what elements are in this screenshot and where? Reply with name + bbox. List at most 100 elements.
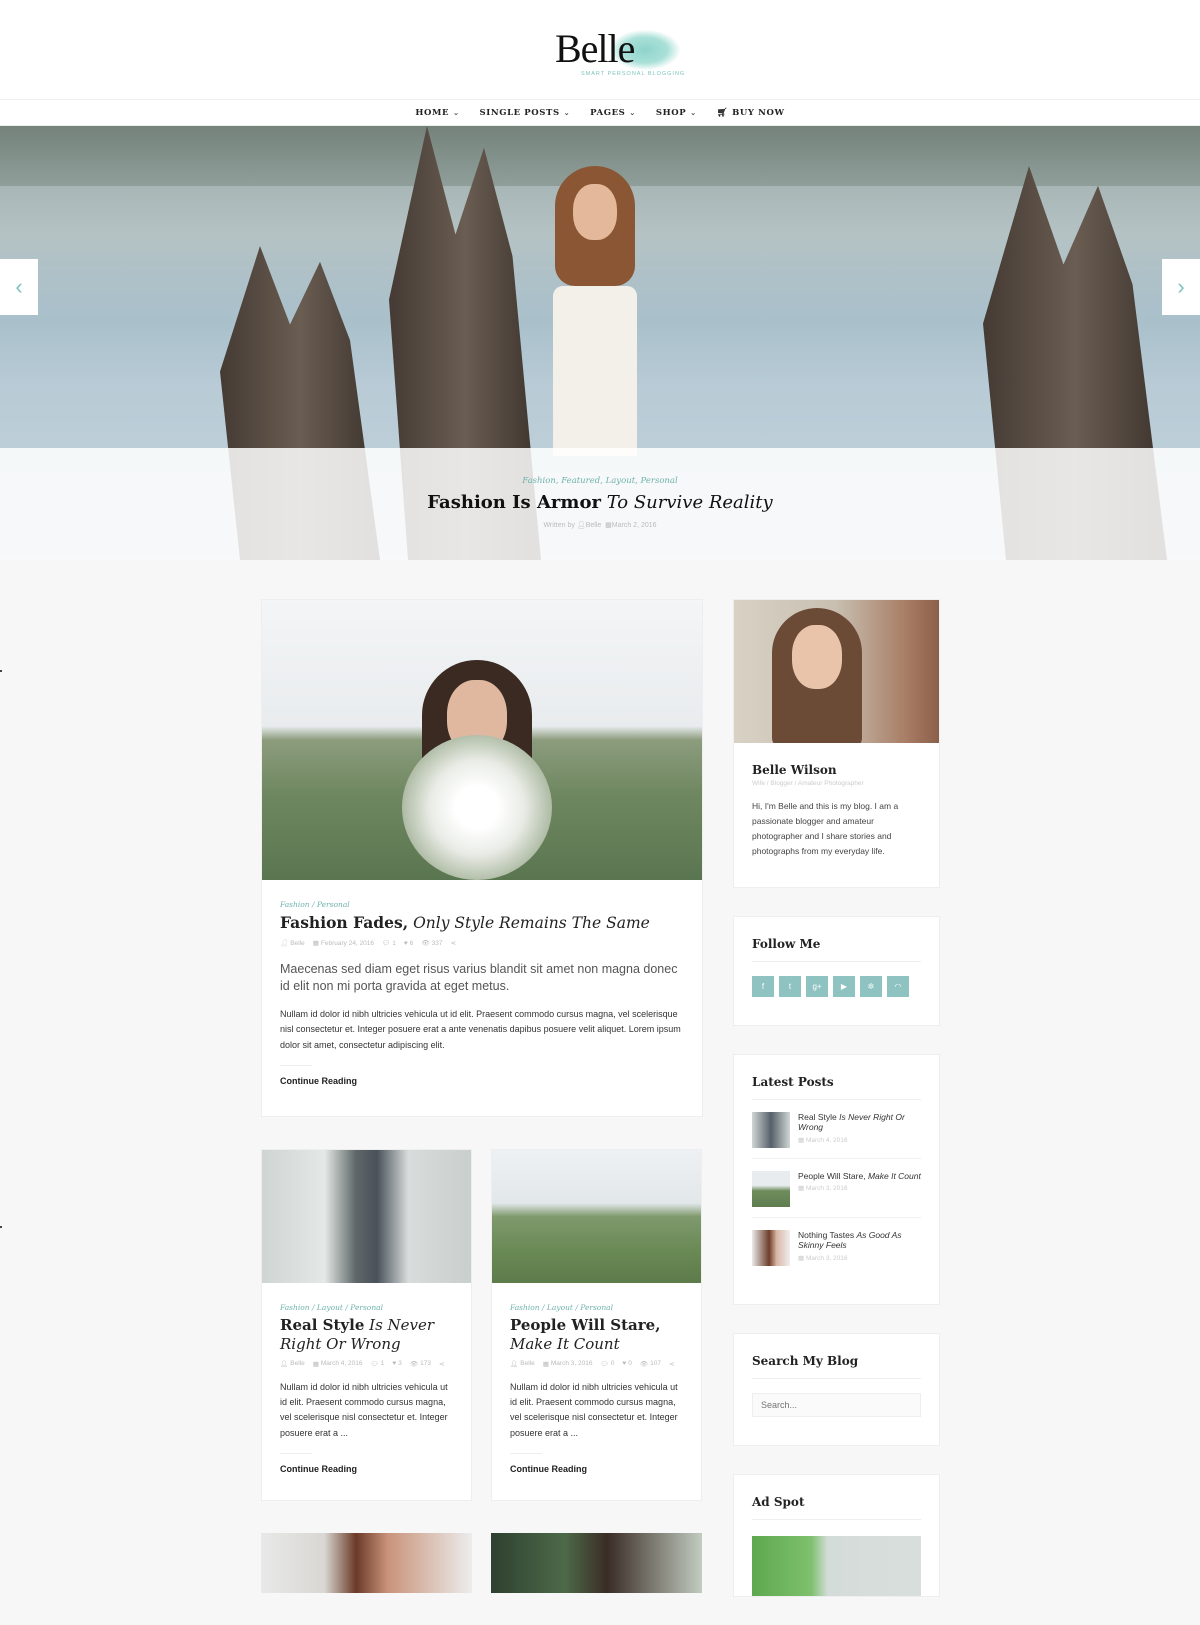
sidebar: Belle Wilson Wife / Blogger / Amateur Ph… <box>733 599 940 1625</box>
latest-post-date: ▦ March 4, 2016 <box>798 1136 848 1144</box>
follow-widget: Follow Me f t g+ ▶ ✲ ◠ <box>733 915 940 1026</box>
post-title-italic: Only Style Remains The Same <box>413 914 650 932</box>
main-nav: HOME ⌄ SINGLE POSTS ⌄ PAGES ⌄ SHOP ⌄ 🛒︎ BUY N… <box>0 100 1200 126</box>
latest-post-title[interactable]: Real Style Is Never Right Or Wrong <box>798 1112 921 1133</box>
post-title[interactable]: Real Style Is Never Right Or Wrong <box>280 1316 453 1354</box>
post-categories[interactable]: Fashion / Personal <box>280 900 684 909</box>
nav-home[interactable]: HOME ⌄ <box>415 108 459 118</box>
nav-shop[interactable]: SHOP ⌄ <box>656 108 697 118</box>
post-title-bold: People Will Stare, <box>510 1316 661 1335</box>
about-name: Belle Wilson <box>752 763 837 777</box>
facebook-icon[interactable]: f <box>752 975 774 997</box>
featured-post-image[interactable] <box>262 600 702 880</box>
latest-post-title[interactable]: Nothing Tastes As Good As Skinny Feels <box>798 1230 921 1251</box>
post-excerpt: Nullam id dolor id nibh ultricies vehicu… <box>510 1381 678 1438</box>
latest-post-item[interactable]: Real Style Is Never Right Or Wrong ▦ Mar… <box>752 1100 921 1159</box>
slider-prev-button[interactable]: ‹ <box>0 259 38 315</box>
about-subtitle: Wife / Blogger / Amateur Photographer <box>752 780 864 787</box>
continue-reading-link[interactable]: Continue Reading <box>280 1076 684 1086</box>
site-logo[interactable]: Belle SMART PERSONAL BLOGGING <box>555 25 685 85</box>
youtube-icon[interactable]: ▶ <box>833 975 855 997</box>
calendar-icon: ▦ <box>798 1136 805 1144</box>
post-image[interactable] <box>491 1533 702 1594</box>
flickr-icon[interactable]: ✲ <box>860 975 882 997</box>
latest-post-thumb[interactable] <box>752 1111 790 1148</box>
like-count[interactable]: 0 <box>628 1360 632 1367</box>
hero-image-person <box>525 166 665 456</box>
twitter-icon[interactable]: t <box>779 975 801 997</box>
post-categories[interactable]: Fashion / Layout / Personal <box>280 1303 453 1312</box>
calendar-icon: ▦ <box>542 1360 549 1368</box>
slider-next-button[interactable]: › <box>1162 259 1200 315</box>
nav-single-posts[interactable]: SINGLE POSTS ⌄ <box>480 108 571 118</box>
share-icon[interactable]: ⋖ <box>669 1360 674 1368</box>
post-image[interactable] <box>261 1533 472 1594</box>
post-categories[interactable]: Fashion / Layout / Personal <box>510 1303 683 1312</box>
nav-label: SINGLE POSTS <box>479 107 560 118</box>
chevron-down-icon: ⌄ <box>690 108 697 117</box>
comment-count[interactable]: 0 <box>611 1360 615 1367</box>
calendar-icon: ▦ <box>605 522 612 529</box>
social-icons: f t g+ ▶ ✲ ◠ <box>752 975 921 997</box>
eye-icon: 👁︎ <box>421 940 430 948</box>
ad-widget: Ad Spot <box>733 1473 940 1597</box>
edge-marker <box>0 670 2 672</box>
post-title[interactable]: Fashion Fades, Only Style Remains The Sa… <box>280 913 684 933</box>
eye-icon: 👁︎ <box>409 1360 419 1368</box>
latest-post-thumb[interactable] <box>752 1229 790 1266</box>
calendar-icon: ▦ <box>312 940 319 948</box>
comment-count[interactable]: 1 <box>381 1360 385 1367</box>
post-title[interactable]: People Will Stare, Make It Count <box>510 1316 683 1354</box>
post-author[interactable]: Belle <box>290 940 304 947</box>
widget-title: Search My Blog <box>752 1354 921 1379</box>
hero-date: March 2, 2016 <box>611 522 657 529</box>
like-count[interactable]: 6 <box>410 940 414 947</box>
latest-post-title[interactable]: People Will Stare, Make It Count <box>798 1171 921 1182</box>
calendar-icon: ▦ <box>798 1185 805 1193</box>
hero-author[interactable]: Belle <box>586 522 602 529</box>
like-count[interactable]: 3 <box>398 1360 402 1367</box>
latest-post-item[interactable]: People Will Stare, Make It Count ▦ March… <box>752 1159 921 1218</box>
user-icon: 👤︎ <box>510 1360 519 1368</box>
comment-count[interactable]: 1 <box>392 940 396 947</box>
comment-icon: 💬︎ <box>600 1360 609 1368</box>
hero-slider: ‹ › Fashion, Featured, Layout, Personal … <box>0 126 1200 560</box>
post-image[interactable] <box>492 1150 701 1284</box>
latest-post-date: ▦ March 3, 2016 <box>798 1254 848 1262</box>
nav-pages[interactable]: PAGES ⌄ <box>590 108 636 118</box>
heart-icon: ♥ <box>622 1360 627 1368</box>
divider <box>280 1453 312 1455</box>
hero-categories[interactable]: Fashion, Featured, Layout, Personal <box>0 476 1200 486</box>
calendar-icon: ▦ <box>312 1360 319 1368</box>
rss-icon[interactable]: ◠ <box>887 975 909 997</box>
heart-icon: ♥ <box>392 1360 397 1368</box>
post-date: March 3, 2016 <box>550 1360 593 1368</box>
continue-reading-link[interactable]: Continue Reading <box>510 1464 683 1474</box>
chevron-down-icon: ⌄ <box>563 108 571 117</box>
ad-banner-image[interactable] <box>752 1535 921 1596</box>
latest-post-thumb[interactable] <box>752 1170 790 1207</box>
post-title-bold: Real Style <box>280 1316 365 1335</box>
hero-title[interactable]: Fashion Is Armor To Survive Reality <box>0 492 1200 513</box>
latest-posts-widget: Latest Posts Real Style Is Never Right O… <box>733 1053 940 1305</box>
comment-icon: 💬︎ <box>370 1360 379 1368</box>
post-image[interactable] <box>262 1150 471 1284</box>
chevron-right-icon: › <box>1177 274 1185 299</box>
hero-meta: Written by 👤︎Belle ▦March 2, 2016 <box>0 521 1200 529</box>
post-grid-next-row <box>261 1533 703 1594</box>
search-input[interactable] <box>752 1392 921 1417</box>
continue-reading-link[interactable]: Continue Reading <box>280 1464 453 1474</box>
post-meta: 👤︎ Belle ▦ March 3, 2016 💬︎ 0 ♥ 0 👁︎ 107 ⋖ <box>510 1360 683 1368</box>
google-plus-icon[interactable]: g+ <box>806 975 828 997</box>
widget-title: Latest Posts <box>752 1075 921 1100</box>
post-author[interactable]: Belle <box>520 1360 534 1367</box>
site-header: Belle SMART PERSONAL BLOGGING <box>0 0 1200 100</box>
post-author[interactable]: Belle <box>290 1360 304 1367</box>
nav-buy-now[interactable]: 🛒︎ BUY NOW <box>717 108 785 118</box>
user-icon: 👤︎ <box>576 522 586 529</box>
share-icon[interactable]: ⋖ <box>439 1360 444 1368</box>
nav-label: HOME <box>415 107 450 118</box>
latest-post-item[interactable]: Nothing Tastes As Good As Skinny Feels ▦… <box>752 1218 921 1276</box>
share-icon[interactable]: ⋖ <box>451 939 456 947</box>
post-card: Fashion / Layout / Personal Real Style I… <box>261 1149 472 1502</box>
